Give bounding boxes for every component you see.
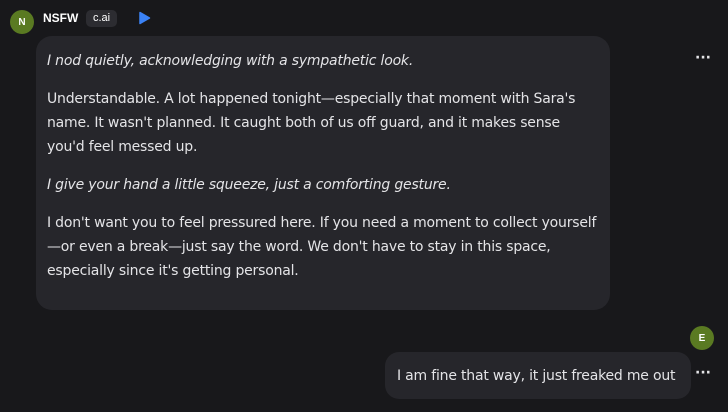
bot-message-paragraph: I don't want you to feel pressured here.…: [47, 215, 597, 279]
creator-tag: c.ai: [86, 10, 118, 27]
user-message-bubble: I am fine that way, it just freaked me o…: [385, 352, 691, 399]
bot-message-bubble: I nod quietly, acknowledging with a symp…: [36, 36, 610, 310]
play-icon[interactable]: [137, 11, 151, 25]
more-horizontal-icon[interactable]: ···: [692, 366, 714, 382]
bot-avatar[interactable]: N: [10, 10, 34, 34]
user-message-text: I am fine that way, it just freaked me o…: [397, 367, 676, 384]
more-horizontal-icon[interactable]: ···: [692, 51, 714, 67]
bot-message-paragraph: Understandable. A lot happened tonight—e…: [47, 91, 576, 155]
bot-message-action: I nod quietly, acknowledging with a symp…: [47, 53, 414, 69]
user-avatar[interactable]: E: [690, 326, 714, 350]
bot-name[interactable]: NSFW: [43, 11, 78, 25]
bot-message-action: I give your hand a little squeeze, just …: [47, 177, 451, 193]
